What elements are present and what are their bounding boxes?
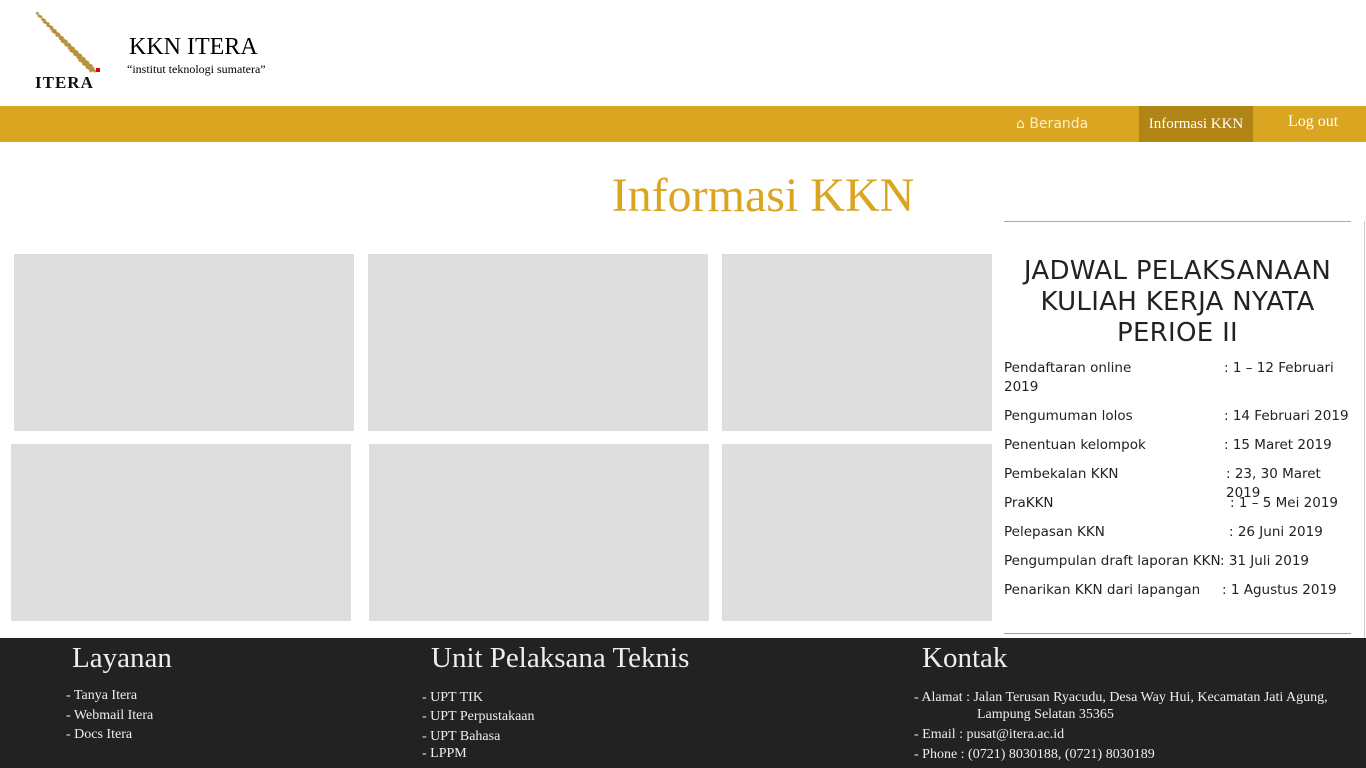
info-card[interactable] xyxy=(369,444,709,621)
schedule-row: Penarikan KKN dari lapangan : 1 Agustus 2… xyxy=(1004,581,1351,610)
info-card[interactable] xyxy=(368,254,708,431)
footer-phone: - Phone : (0721) 8030188, (0721) 8030189 xyxy=(914,747,1155,762)
info-card[interactable] xyxy=(11,444,351,621)
site-title[interactable]: KKN ITERA xyxy=(129,34,258,61)
schedule-row: Penentuan kelompok : 15 Maret 2019 xyxy=(1004,436,1351,465)
schedule-row: Pembekalan KKN: 23, 30 Maret 2019 xyxy=(1004,465,1351,501)
schedule-row: Pendaftaran online : 1 – 12 Februari 201… xyxy=(1004,359,1351,407)
schedule-title-line: JADWAL PELAKSANAAN xyxy=(1023,256,1332,286)
schedule-value: : 14 Februari 2019 xyxy=(1224,408,1349,424)
schedule-label: Pendaftaran online xyxy=(1004,360,1132,376)
schedule-title-line: PERIOE II xyxy=(1116,318,1239,348)
schedule-row: PraKKN : 1 – 5 Mei 2019 xyxy=(1004,494,1351,523)
footer-link[interactable]: - LPPM xyxy=(422,746,467,762)
header: ITERA KKN ITERA “institut teknologi suma… xyxy=(0,0,1366,106)
nav-beranda[interactable]: ⌂ Beranda xyxy=(1016,106,1088,142)
footer-kontak-title: Kontak xyxy=(922,642,1008,674)
footer-link[interactable]: - UPT Perpustakaan xyxy=(422,709,535,725)
schedule-row: Pelepasan KKN : 26 Juni 2019 xyxy=(1004,523,1351,552)
schedule-row: Pengumuman lolos : 14 Februari 2019 xyxy=(1004,407,1351,436)
footer-link[interactable]: - UPT Bahasa xyxy=(422,729,500,745)
info-card[interactable] xyxy=(722,254,992,431)
footer-link[interactable]: - UPT TIK xyxy=(422,690,483,706)
schedule-label: Pembekalan KKN xyxy=(1004,466,1119,482)
nav-bar: ⌂ Beranda Informasi KKN Log out xyxy=(0,106,1366,142)
info-card[interactable] xyxy=(14,254,354,431)
footer-link[interactable]: - Docs Itera xyxy=(66,727,132,743)
schedule-label: Pengumpulan draft laporan KKN xyxy=(1004,553,1221,569)
footer: Layanan - Tanya Itera - Webmail Itera - … xyxy=(0,638,1366,768)
schedule-value: : 1 Agustus 2019 xyxy=(1222,582,1337,598)
info-card[interactable] xyxy=(722,444,992,621)
home-icon: ⌂ xyxy=(1016,116,1025,132)
schedule-title: JADWAL PELAKSANAAN KULIAH KERJA NYATA PE… xyxy=(1004,256,1351,349)
logo-text: ITERA xyxy=(35,73,94,92)
schedule-panel: JADWAL PELAKSANAAN KULIAH KERJA NYATA PE… xyxy=(1004,221,1351,634)
footer-layanan-title: Layanan xyxy=(72,642,172,674)
page-title: Informasi KKN xyxy=(611,169,915,222)
footer-link[interactable]: - Tanya Itera xyxy=(66,688,137,704)
schedule-label: PraKKN xyxy=(1004,495,1054,511)
schedule-value-wrap: 2019 xyxy=(1004,379,1039,395)
nav-informasi-kkn[interactable]: Informasi KKN xyxy=(1139,106,1253,142)
schedule-value: : 1 – 5 Mei 2019 xyxy=(1230,495,1338,511)
schedule-value: : 26 Juni 2019 xyxy=(1229,524,1323,540)
schedule-row: Pengumpulan draft laporan KKN: 31 Juli 2… xyxy=(1004,552,1351,581)
schedule-title-line: KULIAH KERJA NYATA xyxy=(1040,287,1315,317)
schedule-label: Penentuan kelompok xyxy=(1004,437,1146,453)
nav-logout[interactable]: Log out xyxy=(1288,104,1338,140)
panel-border xyxy=(1364,221,1365,638)
footer-alamat: - Alamat : Jalan Terusan Ryacudu, Desa W… xyxy=(914,690,1328,705)
schedule-label: Pengumuman lolos xyxy=(1004,408,1133,424)
schedule-value: : 31 Juli 2019 xyxy=(1220,553,1309,569)
footer-alamat-line2: Lampung Selatan 35365 xyxy=(977,707,1114,722)
footer-link[interactable]: - Webmail Itera xyxy=(66,708,153,724)
schedule-value: : 1 – 12 Februari xyxy=(1224,360,1334,376)
schedule-value: : 15 Maret 2019 xyxy=(1224,437,1332,453)
footer-upt-title: Unit Pelaksana Teknis xyxy=(431,642,690,674)
site-subtitle: “institut teknologi sumatera” xyxy=(127,62,266,76)
nav-beranda-label: Beranda xyxy=(1029,116,1089,132)
footer-email: - Email : pusat@itera.ac.id xyxy=(914,727,1065,742)
schedule-label: Pelepasan KKN xyxy=(1004,524,1105,540)
schedule-label: Penarikan KKN dari lapangan xyxy=(1004,582,1201,598)
